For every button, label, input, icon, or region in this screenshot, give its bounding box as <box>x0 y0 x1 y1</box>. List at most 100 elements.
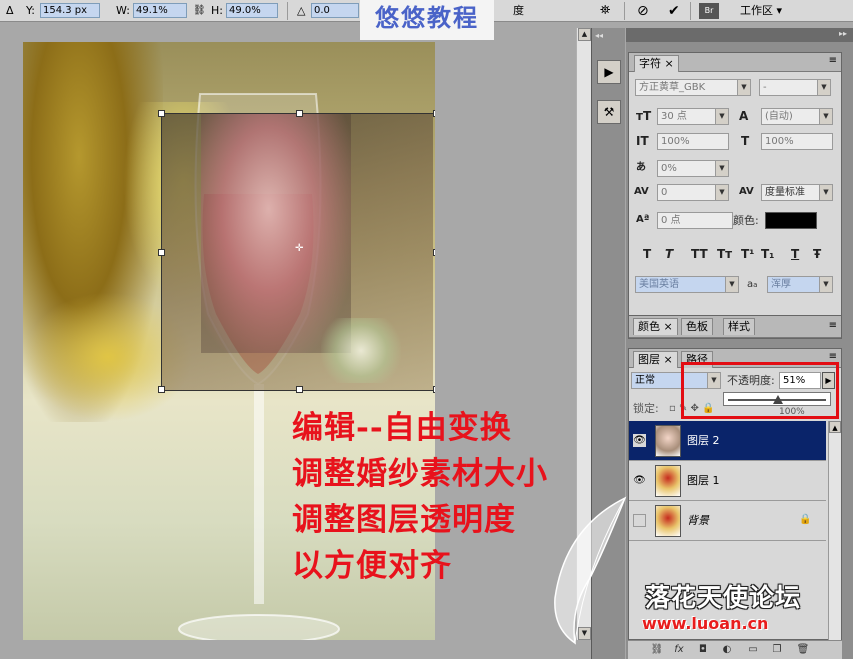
warp-mode-icon[interactable]: ⛯ <box>600 3 610 19</box>
layer-thumbnail <box>655 505 681 537</box>
leading-value: (自动) <box>765 111 793 122</box>
height-percent-input[interactable]: 49.0% <box>226 3 278 18</box>
text-color-swatch[interactable] <box>765 212 817 229</box>
vertical-scale-icon: IT <box>636 134 649 148</box>
color-tab-row: 颜色 × 色板 样式 ≡ <box>629 316 841 338</box>
tsume-icon: あ <box>636 162 646 173</box>
caption-line: 调整图层透明度 <box>292 502 516 538</box>
transform-handle[interactable] <box>296 386 303 393</box>
transform-handle[interactable] <box>158 249 165 256</box>
tracking-icon: AV <box>739 186 754 197</box>
panel-menu-icon[interactable]: ≡ <box>829 55 837 66</box>
transform-handle[interactable] <box>296 110 303 117</box>
angle-unit-label: 度 <box>513 4 524 17</box>
reference-point-icon[interactable]: Δ <box>6 3 14 19</box>
tab-styles[interactable]: 样式 <box>723 318 755 335</box>
scroll-up-arrow[interactable]: ▲ <box>578 28 591 41</box>
aa-letter-small: a <box>753 281 758 289</box>
font-size-icon: ᴛT <box>636 109 652 123</box>
tab-color[interactable]: 颜色 × <box>633 318 678 335</box>
kerning-mode-select[interactable]: 度量标准 ▼ <box>761 184 833 201</box>
workspace-menu[interactable]: 工作区 ▾ <box>740 3 782 19</box>
color-panel: 颜色 × 色板 样式 ≡ <box>628 315 842 339</box>
antialias-value: 浑厚 <box>771 279 791 290</box>
panel-header-strip: ▸▸ <box>626 28 853 42</box>
layer-row[interactable]: 👁 图层 2 <box>629 421 826 461</box>
character-panel: 字符 × ≡ 方正黄草_GBK ▼ - ▼ ᴛT 30 点 ▼ A (自动) ▼ IT … <box>628 52 842 328</box>
expand-panels-icon[interactable]: ▸▸ <box>839 29 847 38</box>
y-label: Y: <box>26 4 35 17</box>
chevron-down-icon: ▼ <box>819 109 832 124</box>
tab-swatches[interactable]: 色板 <box>681 318 713 335</box>
superscript-button[interactable]: T¹ <box>741 247 754 261</box>
panel-menu-icon[interactable]: ≡ <box>829 320 837 331</box>
font-style-select[interactable]: - ▼ <box>759 79 831 96</box>
free-transform-box[interactable]: ✛ <box>158 110 435 393</box>
chevron-down-icon: ▼ <box>725 277 738 292</box>
tracking-percent-field[interactable]: 0% ▼ <box>657 160 729 177</box>
workspace-label: 工作区 <box>740 4 773 17</box>
bridge-icon[interactable]: Br <box>699 3 719 19</box>
visibility-eye-icon[interactable]: 👁 <box>633 474 646 487</box>
antialias-select[interactable]: 浑厚 ▼ <box>767 276 833 293</box>
layer-name: 图层 1 <box>687 474 720 487</box>
transform-handle[interactable] <box>433 386 435 393</box>
subscript-button[interactable]: T₁ <box>761 247 774 261</box>
baseline-shift-field[interactable]: 0 点 <box>657 212 733 229</box>
underline-button[interactable]: T <box>791 247 799 261</box>
link-ratio-icon[interactable]: ⛓ <box>193 3 206 19</box>
leading-field[interactable]: (自动) ▼ <box>761 108 833 125</box>
tool-presets-icon[interactable]: ⚒ <box>597 100 621 124</box>
tab-layers[interactable]: 图层 × <box>633 351 678 368</box>
transform-handle[interactable] <box>433 110 435 117</box>
actions-panel-icon[interactable]: ▶ <box>597 60 621 84</box>
width-percent-input[interactable]: 49.1% <box>133 3 187 18</box>
forum-url: www.luoan.cn <box>642 614 769 633</box>
transform-center-point[interactable]: ✛ <box>295 244 305 254</box>
caption-line: 编辑--自由变换 <box>292 410 512 446</box>
small-caps-button[interactable]: Tт <box>717 247 732 261</box>
kerning-value: 0 <box>661 187 668 198</box>
caption-line: 调整婚纱素材大小 <box>292 456 548 492</box>
transform-handle[interactable] <box>158 386 165 393</box>
transform-handle[interactable] <box>158 110 165 117</box>
transform-handle[interactable] <box>433 249 435 256</box>
language-select[interactable]: 美国英语 ▼ <box>635 276 739 293</box>
scroll-up-arrow[interactable]: ▲ <box>829 421 841 433</box>
visibility-eye-icon[interactable]: 👁 <box>633 434 646 447</box>
commit-transform-icon[interactable]: ✔ <box>668 3 680 19</box>
chevron-down-icon: ▼ <box>817 80 830 95</box>
font-size-field[interactable]: 30 点 ▼ <box>657 108 729 125</box>
all-caps-button[interactable]: TT <box>691 247 708 261</box>
faux-italic-button[interactable]: T <box>665 247 673 261</box>
horizontal-scale-field[interactable]: 100% <box>761 133 833 150</box>
cancel-transform-icon[interactable]: ⊘ <box>637 3 649 19</box>
font-family-select[interactable]: 方正黄草_GBK ▼ <box>635 79 751 96</box>
panels-column: ▸▸ 字符 × ≡ 方正黄草_GBK ▼ - ▼ ᴛT 30 点 ▼ A (自动) ▼ … <box>626 28 853 659</box>
antialias-icon: aa <box>747 278 757 292</box>
vertical-scale-field[interactable]: 100% <box>657 133 729 150</box>
tab-label: 字符 <box>639 57 661 70</box>
chevron-down-icon: ▼ <box>715 161 728 176</box>
baseline-shift-icon: Aª <box>636 214 650 225</box>
layer-row[interactable]: 👁 图层 1 <box>629 461 826 501</box>
font-size-value: 30 点 <box>661 111 687 122</box>
forum-name: 落花天使论坛 <box>645 583 802 612</box>
kerning-field[interactable]: 0 ▼ <box>657 184 729 201</box>
rotate-angle-input[interactable]: 0.0 <box>311 3 359 18</box>
faux-bold-button[interactable]: T <box>643 247 651 261</box>
tracking-percent-value: 0% <box>661 163 677 174</box>
layer-name: 背景 <box>687 514 709 527</box>
panel-menu-icon[interactable]: ≡ <box>829 351 837 362</box>
layer-row[interactable]: 背景 🔒 <box>629 501 826 541</box>
y-position-input[interactable]: 154.3 px <box>40 3 100 18</box>
collapse-dock-icon[interactable]: ◂◂ <box>595 31 603 40</box>
strikethrough-button[interactable]: Ŧ <box>813 247 821 261</box>
feather-logo <box>554 496 627 645</box>
tab-label: 颜色 <box>638 320 660 333</box>
chevron-down-icon: ▼ <box>737 80 750 95</box>
kerning-mode-value: 度量标准 <box>765 187 805 198</box>
text-style-buttons: T T TT Tт T¹ T₁ T Ŧ <box>643 247 833 263</box>
chevron-down-icon: ▼ <box>715 185 728 200</box>
tab-character[interactable]: 字符 × <box>634 55 679 72</box>
